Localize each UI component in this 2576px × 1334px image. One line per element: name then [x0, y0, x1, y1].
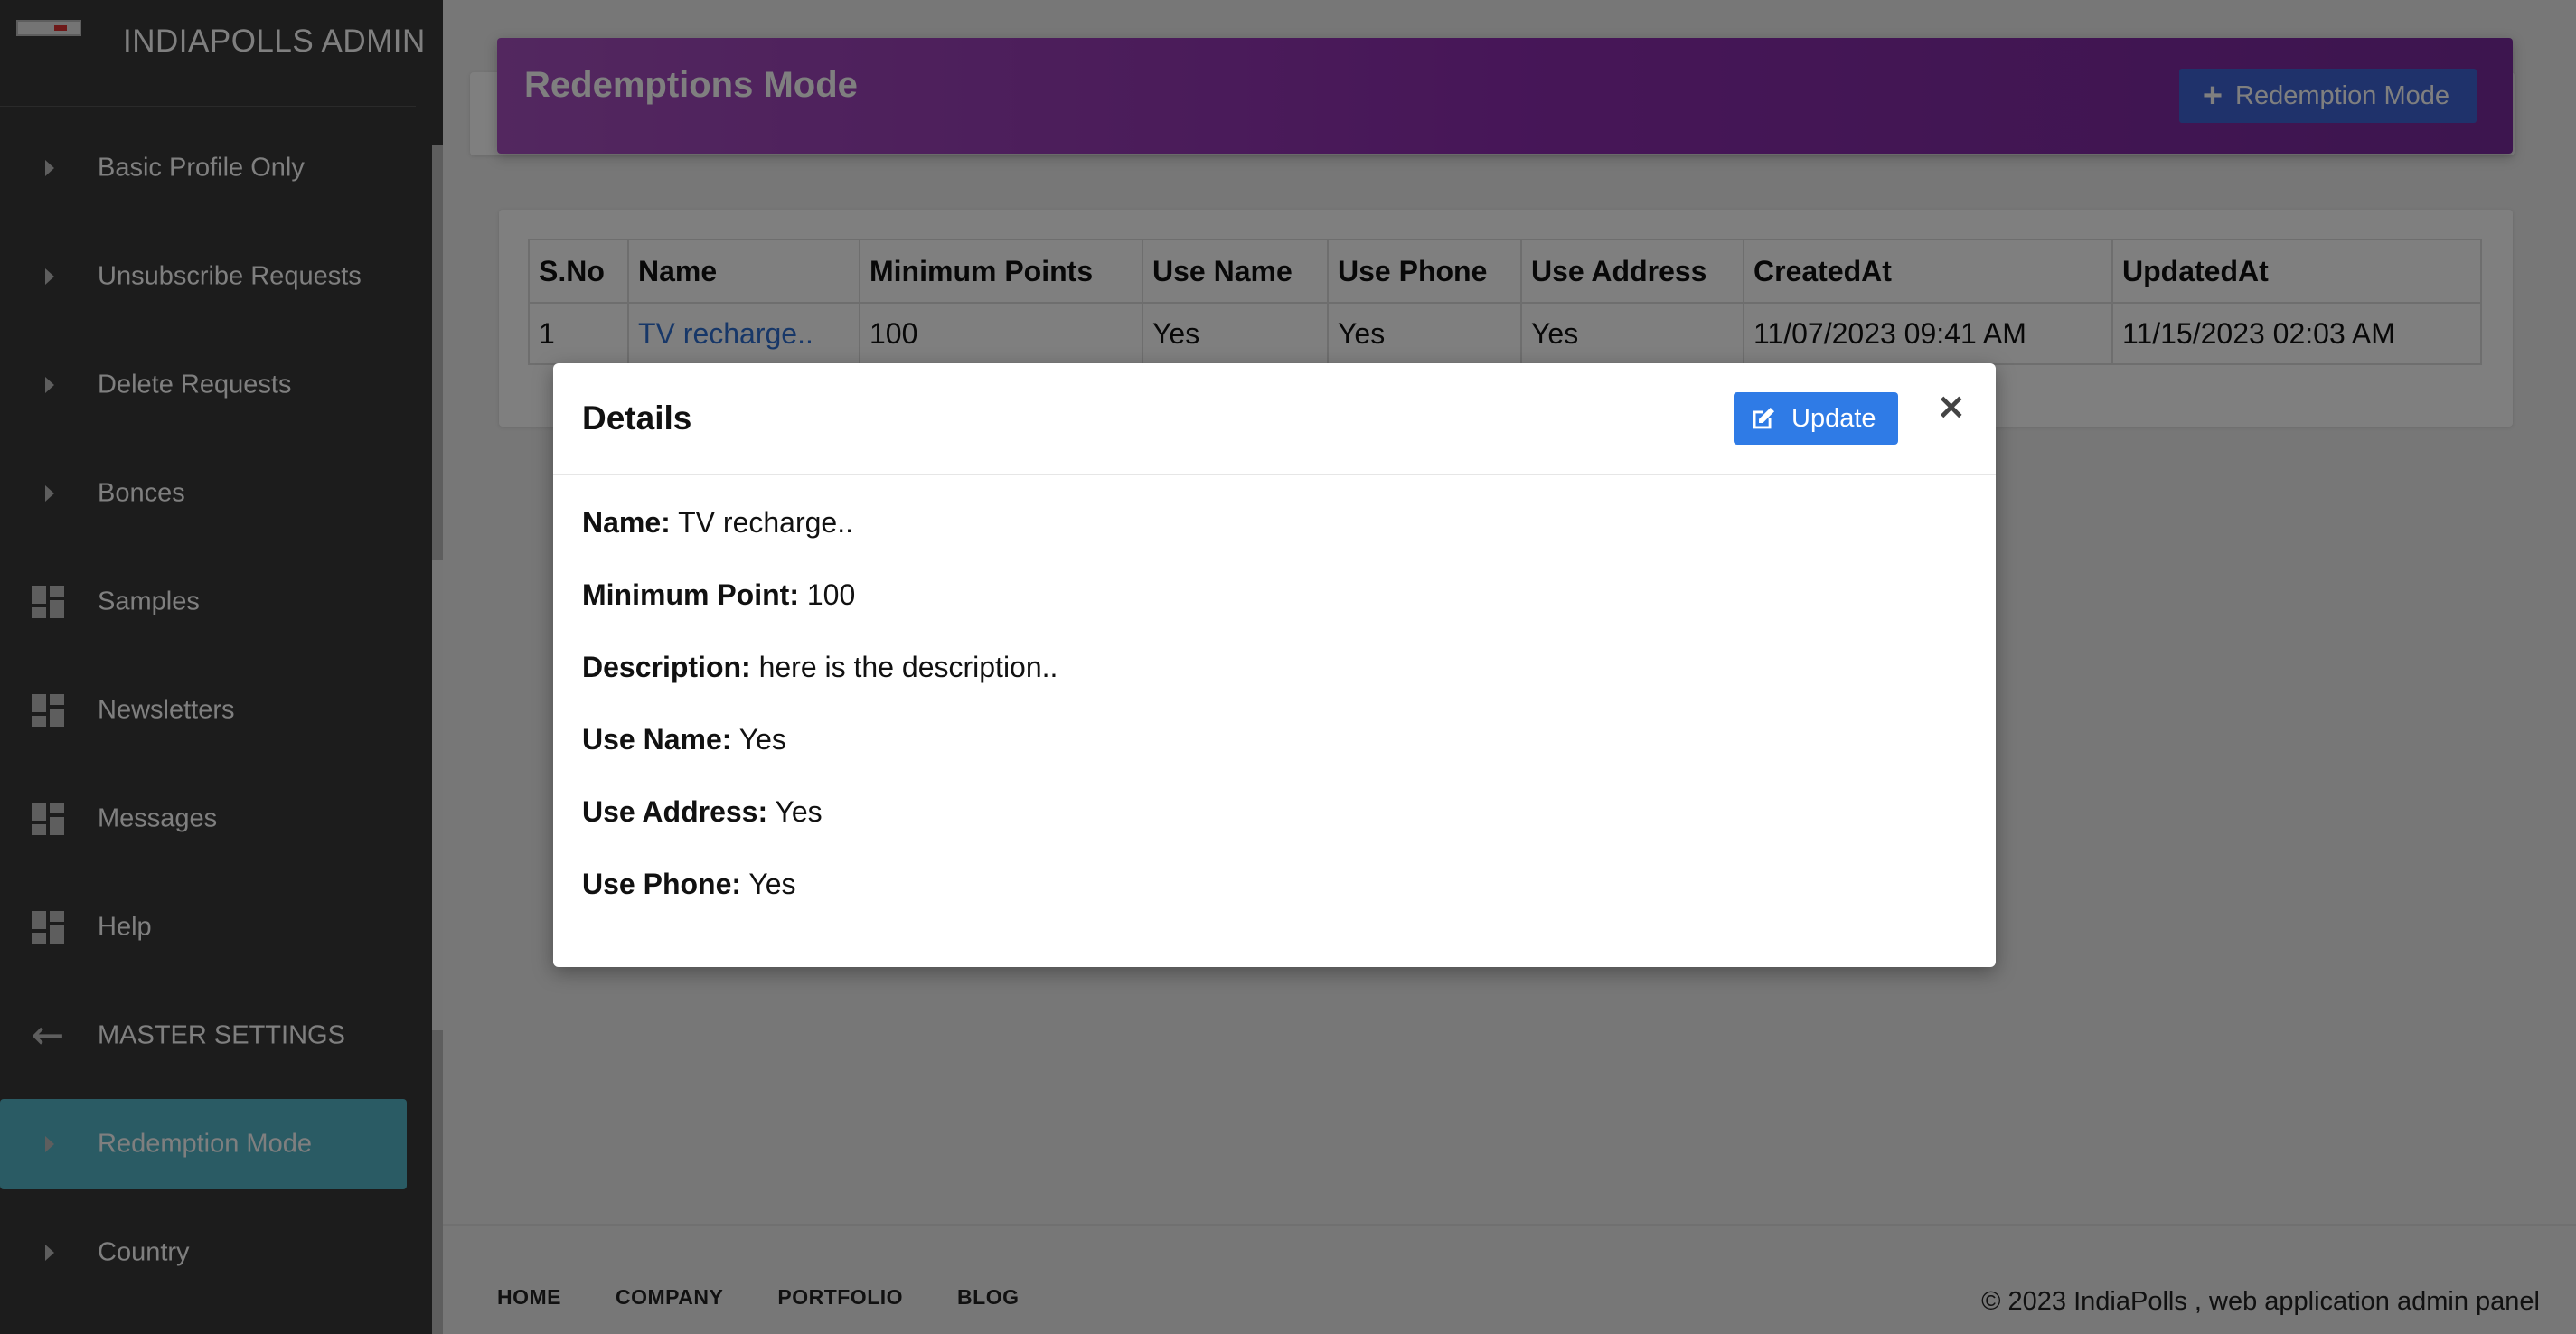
edit-icon [1753, 407, 1775, 429]
close-icon[interactable]: × [1936, 389, 1967, 425]
modal-body: Name: TV recharge.. Minimum Point: 100 D… [582, 506, 1058, 940]
details-modal: Details Update × Name: TV recharge.. Min… [553, 363, 1996, 967]
modal-header: Details Update × [553, 363, 1996, 475]
detail-description: Description: here is the description.. [582, 651, 1058, 683]
detail-use-address: Use Address: Yes [582, 795, 823, 828]
update-button[interactable]: Update [1734, 392, 1898, 445]
detail-name: Name: TV recharge.. [582, 506, 853, 539]
detail-use-name: Use Name: Yes [582, 723, 786, 756]
detail-use-phone: Use Phone: Yes [582, 868, 796, 900]
detail-minimum-point: Minimum Point: 100 [582, 578, 856, 611]
modal-title: Details [582, 399, 692, 437]
update-button-label: Update [1791, 403, 1876, 433]
